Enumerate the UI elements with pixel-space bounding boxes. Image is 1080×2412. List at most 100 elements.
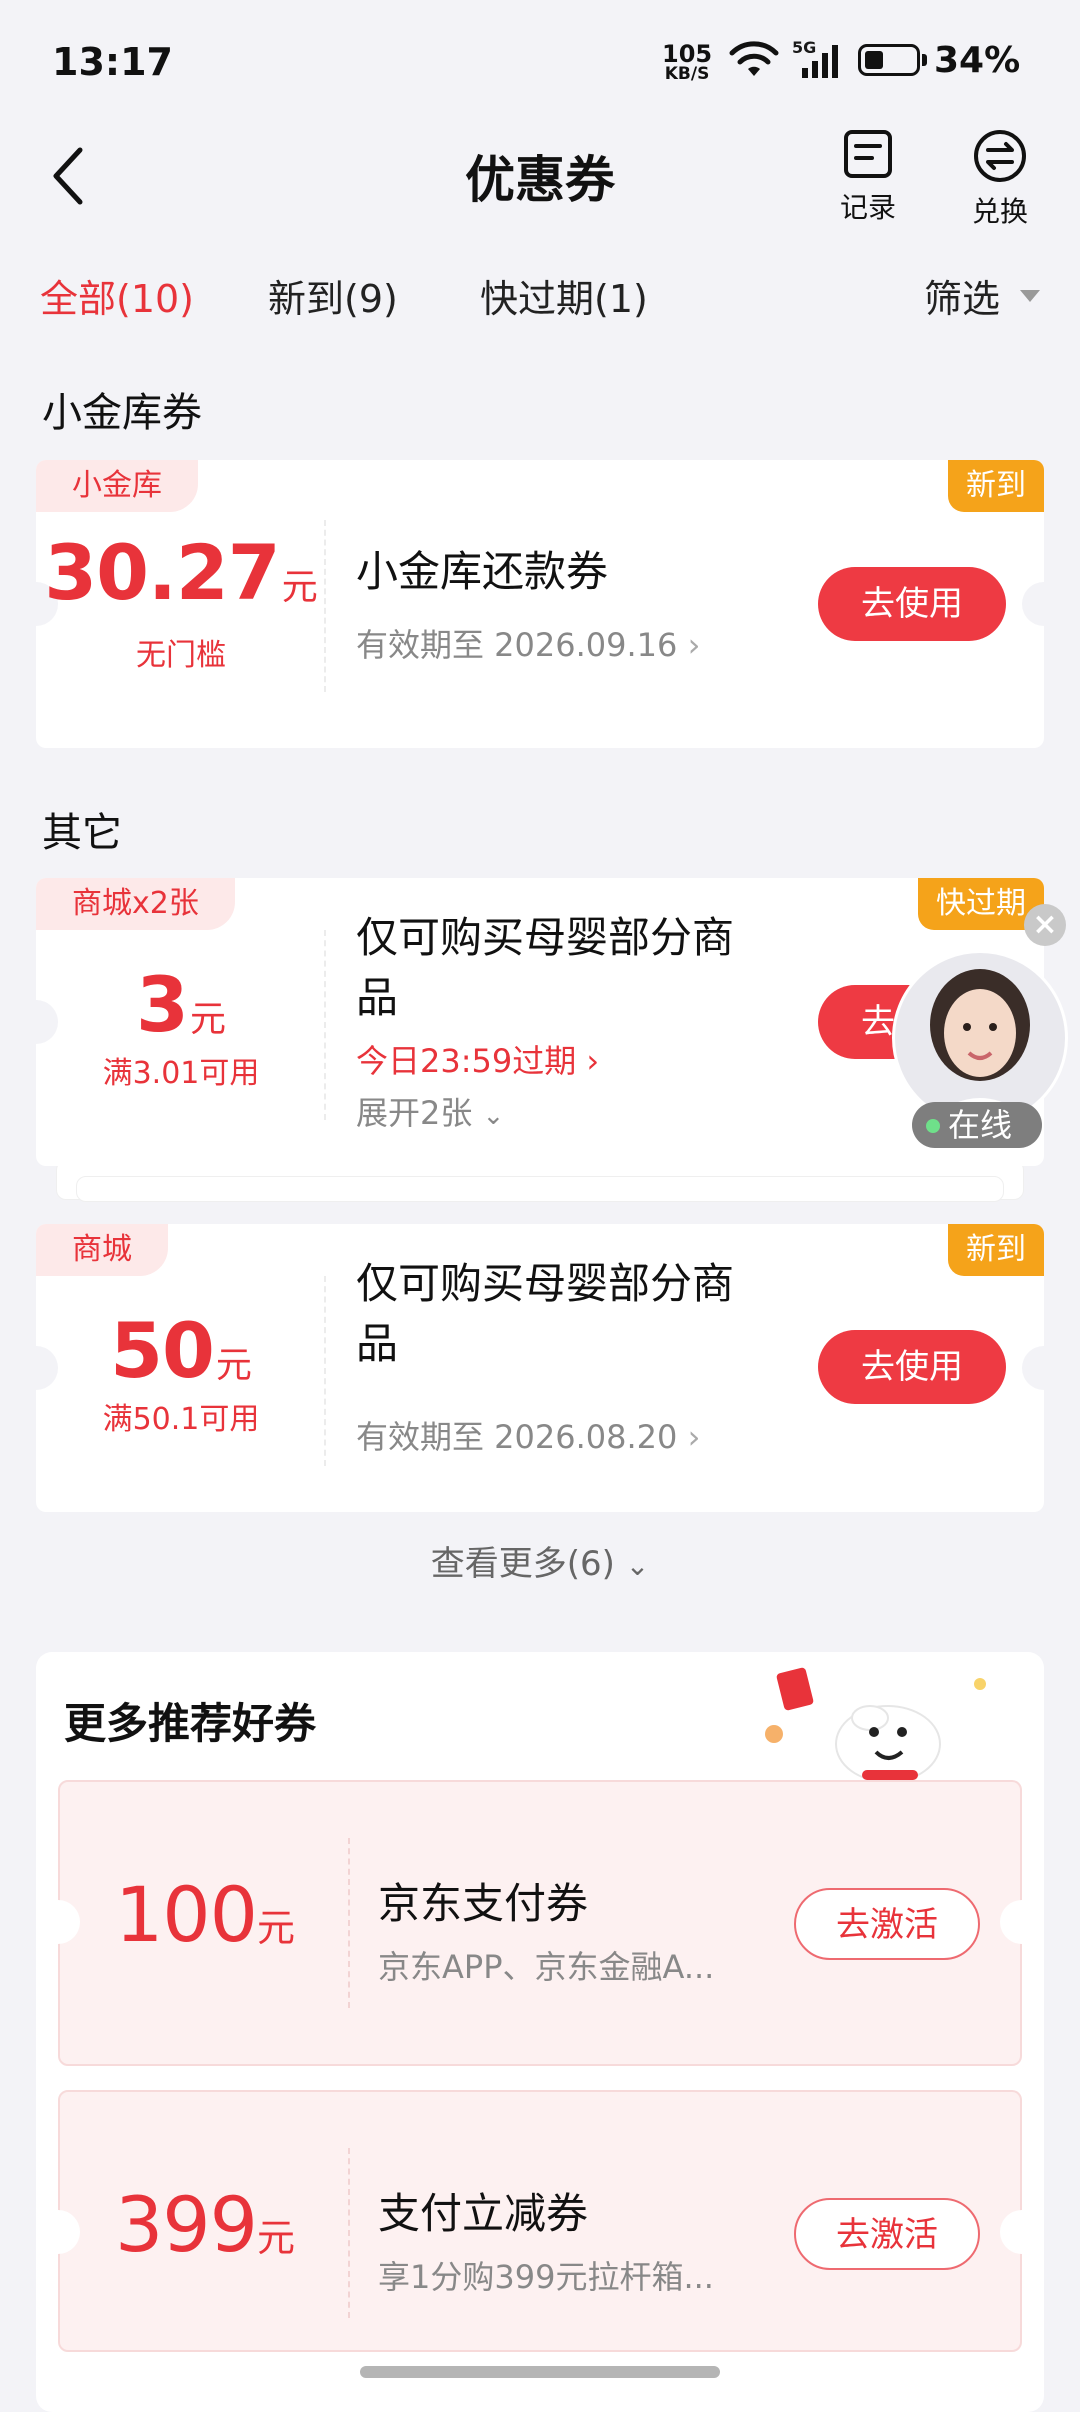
validity-text: 有效期至 2026.09.16 (356, 626, 678, 664)
coupon-amount: 100元 (60, 1870, 350, 1959)
section-title-others: 其它 (42, 810, 122, 856)
recommend-coupon-card[interactable]: 399元 支付立减券 享1分购399元拉杆箱... 去激活 (58, 2090, 1022, 2352)
filter-button[interactable]: 筛选 (924, 268, 1000, 323)
expand-text: 展开2张 (356, 1094, 473, 1132)
coupon-validity[interactable]: 今日23:59过期 › (356, 1036, 599, 1082)
divider (348, 2148, 350, 2318)
expand-toggle[interactable]: 展开2张 ⌄ (356, 1088, 504, 1134)
coupon-validity[interactable]: 有效期至 2026.09.16 › (356, 620, 700, 666)
coupon-condition: 满3.01可用 (102, 1056, 260, 1091)
card-notch (1000, 2210, 1022, 2254)
amount-unit: 元 (281, 567, 318, 608)
coupon-condition: 满50.1可用 (102, 1402, 260, 1437)
net-speed-unit: KB/S (664, 64, 710, 84)
net-speed-value: 105 (662, 40, 713, 68)
battery-percent: 34% (934, 40, 1021, 81)
online-dot-icon (926, 1118, 940, 1133)
recommend-coupon-card[interactable]: 100元 京东支付券 京东APP、京东金融A... 去激活 (58, 1780, 1022, 2066)
status-bar: 13:17 105 KB/S 5G 34% (0, 0, 1080, 120)
badge-new: 新到 (948, 460, 1044, 512)
coupon-description: 京东APP、京东金融A... (378, 1948, 715, 1986)
chevron-down-icon: ⌄ (625, 1549, 650, 1582)
card-notch (1000, 1900, 1022, 1944)
battery-icon (858, 44, 920, 76)
divider (348, 1838, 350, 2008)
close-icon[interactable]: × (1024, 904, 1066, 946)
exchange-label: 兑换 (971, 195, 1028, 228)
amount-value: 100 (114, 1870, 258, 1959)
exchange-button[interactable]: 兑换 (950, 128, 1050, 230)
amount-value: 30.27 (44, 528, 280, 617)
coupon-condition: 无门槛 (136, 638, 226, 673)
amount-value: 3 (136, 960, 189, 1049)
records-button[interactable]: 记录 (818, 128, 918, 226)
coupon-name-line1: 仅可购买母婴部分商 (356, 913, 735, 962)
chevron-right-icon: › (586, 1042, 600, 1080)
coupon-amount: 3元 (36, 960, 326, 1049)
coupon-amount: 50元 (36, 1306, 326, 1395)
coupon-name: 京东支付券 (378, 1879, 589, 1928)
coupon-validity[interactable]: 有效期至 2026.08.20 › (356, 1412, 700, 1458)
badge-new: 新到 (948, 1224, 1044, 1276)
card-notch (1022, 1346, 1044, 1390)
divider (324, 1276, 326, 1466)
chevron-right-icon: › (687, 1418, 701, 1456)
tab-new[interactable]: 新到(9) (268, 268, 398, 323)
coupon-amount: 30.27元 (36, 528, 326, 617)
wifi-icon (729, 41, 779, 76)
back-arrow-icon[interactable] (48, 146, 88, 206)
online-status-text: 在线 (948, 1106, 1013, 1144)
battery-tip (922, 54, 927, 66)
coupon-amount: 399元 (60, 2180, 350, 2269)
amount-unit: 元 (257, 2216, 296, 2260)
exchange-icon (974, 130, 1026, 182)
recommend-title: 更多推荐好券 (64, 1699, 317, 1748)
amount-value: 50 (110, 1306, 215, 1395)
coupon-description: 享1分购399元拉杆箱... (378, 2258, 714, 2296)
agent-avatar-icon (925, 969, 1035, 1123)
amount-unit: 元 (257, 1906, 296, 1950)
coupon-tag: 小金库 (36, 460, 198, 512)
coupon-card[interactable]: 商城 新到 50元 满50.1可用 仅可购买母婴部分商 品 有效期至 2026.… (36, 1224, 1044, 1512)
stacked-card-shadow (76, 1176, 1004, 1202)
net-speed: 105 KB/S (662, 42, 712, 83)
coupon-name: 小金库还款券 (356, 547, 609, 596)
amount-value: 399 (114, 2180, 258, 2269)
validity-text: 今日23:59过期 (356, 1042, 577, 1080)
coupon-name: 仅可购买母婴部分商 品 (356, 1254, 734, 1374)
coupon-name-line2: 品 (356, 1319, 399, 1368)
records-label: 记录 (839, 191, 896, 224)
coupon-card[interactable]: 小金库 新到 30.27元 无门槛 小金库还款券 有效期至 2026.09.16… (36, 460, 1044, 748)
coupon-name-line2: 品 (356, 973, 399, 1022)
amount-unit: 元 (189, 999, 226, 1040)
divider (324, 930, 326, 1120)
section-title-vault: 小金库券 (42, 390, 202, 436)
customer-service-avatar[interactable] (892, 950, 1068, 1126)
activate-button[interactable]: 去激活 (794, 1888, 980, 1960)
page-title: 优惠券 (465, 151, 615, 209)
coupon-tag: 商城 (36, 1224, 168, 1276)
tab-expiring[interactable]: 快过期(1) (480, 268, 648, 323)
use-coupon-button[interactable]: 去使用 (818, 567, 1006, 641)
card-notch (1022, 582, 1044, 626)
online-status-badge: 在线 (912, 1102, 1042, 1148)
coupon-name: 仅可购买母婴部分商 品 (356, 908, 734, 1028)
activate-button[interactable]: 去激活 (794, 2198, 980, 2270)
signal-icon (802, 45, 838, 78)
coupon-name: 支付立减券 (378, 2189, 589, 2238)
chevron-right-icon: › (687, 626, 701, 664)
validity-text: 有效期至 2026.08.20 (356, 1418, 678, 1456)
tab-all[interactable]: 全部(10) (40, 268, 194, 323)
see-more-button[interactable]: 查看更多(6) ⌄ (0, 1536, 1080, 1585)
status-time: 13:17 (52, 40, 173, 84)
filter-dropdown-icon[interactable] (1020, 290, 1040, 302)
coupon-name-line1: 仅可购买母婴部分商 (356, 1259, 735, 1308)
use-coupon-button[interactable]: 去使用 (818, 1330, 1006, 1404)
divider (324, 520, 326, 692)
chevron-down-icon: ⌄ (482, 1101, 505, 1131)
mascot-dog-illustration (765, 1667, 986, 1780)
coupon-tag: 商城x2张 (36, 878, 235, 930)
home-indicator[interactable] (360, 2366, 720, 2378)
amount-unit: 元 (215, 1345, 252, 1386)
see-more-label: 查看更多(6) (430, 1544, 615, 1584)
